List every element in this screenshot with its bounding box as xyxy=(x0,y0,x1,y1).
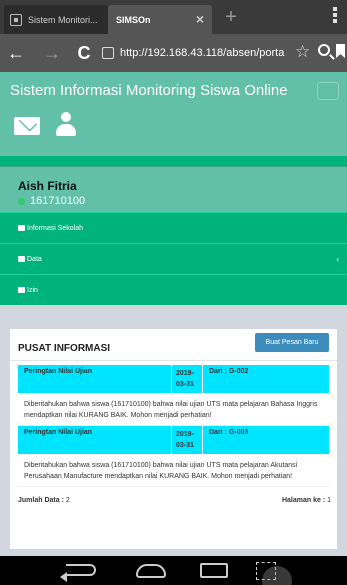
info-center-box: PUSAT INFORMASI Buat Pesan Baru Peringta… xyxy=(10,327,337,549)
bank-icon xyxy=(18,225,25,231)
page-indicator-value: 1 xyxy=(327,497,331,504)
chevron-left-icon: ‹ xyxy=(336,255,339,264)
total-count-value: 2 xyxy=(65,497,70,504)
message-item: Peringtan Nilai Ujian 2019-03-31 Dari : … xyxy=(18,426,329,487)
message-body: Diberitahukan bahwa siswa (161710100) ba… xyxy=(18,454,329,487)
sidebar-item-label: Izin xyxy=(27,286,38,294)
close-icon[interactable]: × xyxy=(196,11,204,27)
sidebar-item-data[interactable]: Data ‹ xyxy=(0,243,347,274)
menu-toggle-button[interactable] xyxy=(317,82,339,100)
message-header: Peringtan Nilai Ujian 2019-03-31 Dari : … xyxy=(18,426,329,454)
sidebar-item-label: Data xyxy=(27,255,42,263)
web-page: Sistem Informasi Monitoring Siswa Online… xyxy=(0,72,347,556)
online-status-icon xyxy=(18,197,25,205)
message-date: 2019-03-31 xyxy=(172,426,203,454)
accent-stripe xyxy=(0,156,347,166)
message-title: Peringtan Nilai Ujian xyxy=(18,365,172,393)
new-tab-icon[interactable]: + xyxy=(218,6,244,30)
browser-tab[interactable]: Sistem Monitori... xyxy=(4,5,108,34)
envelope-icon[interactable] xyxy=(14,117,40,135)
star-icon[interactable]: ☆ xyxy=(295,42,310,62)
user-panel: Aish Fitria 161710100 xyxy=(0,166,347,212)
new-message-button[interactable]: Buat Pesan Baru xyxy=(255,333,329,352)
site-info-icon[interactable] xyxy=(102,47,114,59)
bookmark-icon[interactable] xyxy=(336,44,345,58)
message-sender: Dari : G-003 xyxy=(209,429,249,436)
forward-arrow-icon[interactable]: → xyxy=(42,42,62,64)
header-spacer xyxy=(0,148,347,156)
message-item: Peringtan Nilai Ujian 2019-03-31 Dari : … xyxy=(18,365,329,426)
sidebar-item-label: Informasi Sekolah xyxy=(27,224,84,232)
message-body: Diberitahukan bahwa siswa (161710100) ba… xyxy=(18,393,329,426)
info-center-title: PUSAT INFORMASI xyxy=(18,343,111,354)
url-bar[interactable]: http://192.168.43.118/absen/porta xyxy=(102,40,292,66)
sidebar-item-izin[interactable]: Izin xyxy=(0,274,347,305)
table-icon xyxy=(18,256,25,262)
reload-icon[interactable]: C xyxy=(74,42,94,64)
system-nav-bar xyxy=(0,556,347,585)
search-icon[interactable] xyxy=(318,44,330,56)
favicon-icon xyxy=(10,13,22,26)
overflow-menu-icon[interactable] xyxy=(333,7,337,25)
system-recents-icon[interactable] xyxy=(200,563,228,578)
browser-toolbar: ← → C http://192.168.43.118/absen/porta … xyxy=(0,34,347,72)
system-home-icon[interactable] xyxy=(136,564,166,578)
message-header: Peringtan Nilai Ujian 2019-03-31 Dari : … xyxy=(18,365,329,393)
browser-tab-label: Sistem Monitori... xyxy=(28,14,98,25)
info-center-footer: Jumlah Data : 2 Halaman ke : 1 xyxy=(10,487,337,513)
screen: Sistem Monitori... SIMSOn × + ← → C http… xyxy=(0,0,347,585)
user-id-text: 161710100 xyxy=(30,195,86,207)
message-date: 2019-03-31 xyxy=(172,365,203,393)
user-id: 161710100 xyxy=(18,195,85,207)
app-header: Sistem Informasi Monitoring Siswa Online xyxy=(0,72,347,148)
message-title: Peringtan Nilai Ujian xyxy=(18,426,172,454)
touch-ripple xyxy=(262,566,292,585)
message-sender: Dari : G-002 xyxy=(209,368,249,375)
system-back-icon[interactable] xyxy=(60,564,96,582)
user-icon[interactable] xyxy=(56,112,76,136)
page-indicator-label: Halaman ke : xyxy=(281,497,326,504)
user-name: Aish Fitria xyxy=(18,179,77,193)
bank-icon xyxy=(18,287,25,293)
browser-tab-active[interactable]: SIMSOn × xyxy=(108,5,212,34)
total-count-label: Jumlah Data : xyxy=(18,497,64,504)
browser-tab-label: SIMSOn xyxy=(116,14,151,25)
browser-tab-strip: Sistem Monitori... SIMSOn × + xyxy=(0,0,347,34)
sidebar-item-informasi-sekolah[interactable]: Informasi Sekolah xyxy=(0,212,347,243)
back-arrow-icon[interactable]: ← xyxy=(6,42,26,64)
page-indicator: Halaman ke : 1 xyxy=(282,497,331,504)
url-text: http://192.168.43.118/absen/porta xyxy=(120,47,285,59)
app-brand[interactable]: Sistem Informasi Monitoring Siswa Online xyxy=(10,82,288,99)
total-count: Jumlah Data : 2 xyxy=(18,497,70,504)
info-center-header: PUSAT INFORMASI Buat Pesan Baru xyxy=(10,329,337,355)
